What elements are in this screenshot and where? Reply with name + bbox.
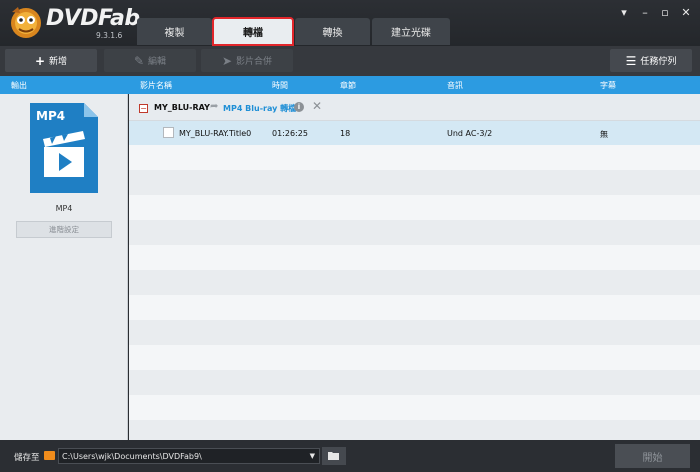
minimize-icon[interactable]: – <box>638 6 652 19</box>
toolbar: + 新增 ✎ 編輯 ➤ 影片合併 ☰ 任務佇列 <box>0 46 700 76</box>
list-icon: ☰ <box>625 53 637 68</box>
empty-row <box>129 395 700 420</box>
empty-row <box>129 220 700 245</box>
mp4-icon-text: MP4 <box>36 109 65 123</box>
bottom-bar: 儲存至 C:\Users\wjk\Documents\DVDFab9\ ▼ 開始 <box>0 440 700 472</box>
header-title: 影片名稱 <box>140 81 172 90</box>
folder-icon <box>44 451 55 460</box>
tab-label: 轉檔 <box>243 28 263 39</box>
column-header: 輸出 影片名稱 時間 章節 音訊 字幕 <box>0 76 700 94</box>
source-group-row[interactable]: − MY_BLU-RAY ➦ MP4 Blu-ray 轉檔 i ✕ <box>129 94 700 121</box>
tab-convert[interactable]: 轉檔 <box>212 17 294 46</box>
tab-create-disc[interactable]: 建立光碟 <box>372 18 450 45</box>
empty-row <box>129 195 700 220</box>
empty-row <box>129 170 700 195</box>
app-brand: DVDFab <box>46 6 140 31</box>
source-name: MY_BLU-RAY <box>154 103 210 112</box>
edit-icon: ✎ <box>133 53 145 68</box>
info-icon[interactable]: i <box>294 102 304 112</box>
chevron-down-icon[interactable]: ▼ <box>310 452 315 460</box>
title-name: MY_BLU-RAY.Title0 <box>179 129 252 138</box>
edit-button-label: 編輯 <box>148 57 167 67</box>
header-chapter: 章節 <box>340 81 356 90</box>
output-path-field[interactable]: C:\Users\wjk\Documents\DVDFab9\ ▼ <box>58 448 320 464</box>
empty-row <box>129 320 700 345</box>
app-version: 9.3.1.6 <box>96 31 123 40</box>
empty-row <box>129 420 700 440</box>
empty-row <box>129 295 700 320</box>
merge-icon: ➤ <box>221 53 233 68</box>
collapse-icon[interactable]: − <box>139 104 148 113</box>
empty-row <box>129 270 700 295</box>
task-queue-label: 任務佇列 <box>640 57 677 67</box>
add-button-label: 新增 <box>49 57 68 67</box>
maximize-icon[interactable]: ▫ <box>658 6 672 19</box>
table-row[interactable]: MY_BLU-RAY.Title0 01:26:25 18 Und AC-3/2… <box>129 121 700 145</box>
title-chapters: 18 <box>340 129 351 138</box>
source-target-profile[interactable]: MP4 Blu-ray 轉檔 <box>223 103 296 114</box>
edit-button[interactable]: ✎ 編輯 <box>104 49 196 72</box>
title-subtitle[interactable]: 無 <box>600 129 608 140</box>
empty-row <box>129 245 700 270</box>
remove-icon[interactable]: ✕ <box>312 99 322 113</box>
merge-button[interactable]: ➤ 影片合併 <box>201 49 293 72</box>
advanced-settings-button[interactable]: 進階設定 <box>16 221 112 238</box>
menu-dropdown-icon[interactable]: ▾ <box>617 6 631 19</box>
tab-label: 建立光碟 <box>391 28 431 39</box>
empty-row <box>129 370 700 395</box>
browse-folder-button[interactable] <box>322 447 346 465</box>
title-audio[interactable]: Und AC-3/2 <box>447 129 492 138</box>
add-button[interactable]: + 新增 <box>5 49 97 72</box>
header-time: 時間 <box>272 81 288 90</box>
tab-label: 複製 <box>164 28 185 39</box>
title-time: 01:26:25 <box>272 129 308 138</box>
task-queue-button[interactable]: ☰ 任務佇列 <box>610 49 692 72</box>
output-panel: MP4 MP4 進階設定 <box>0 94 128 440</box>
empty-row <box>129 145 700 170</box>
header-audio: 音訊 <box>447 81 463 90</box>
output-format-label: MP4 <box>55 204 73 213</box>
title-bar: DVDFab 9.3.1.6 複製 轉檔 轉換 建立光碟 ▾ – ▫ ✕ <box>0 0 700 46</box>
empty-row <box>129 345 700 370</box>
tab-label: 轉換 <box>322 28 343 39</box>
merge-button-label: 影片合併 <box>236 57 273 67</box>
title-list: − MY_BLU-RAY ➦ MP4 Blu-ray 轉檔 i ✕ MY_BLU… <box>129 94 700 440</box>
output-path-text: C:\Users\wjk\Documents\DVDFab9\ <box>62 451 202 461</box>
close-icon[interactable]: ✕ <box>679 6 693 19</box>
open-folder-icon <box>328 452 339 460</box>
header-output: 輸出 <box>11 81 27 90</box>
tab-copy[interactable]: 複製 <box>137 18 212 45</box>
mp4-format-icon[interactable]: MP4 <box>30 103 98 193</box>
save-to-label: 儲存至 <box>14 453 40 463</box>
tab-transform[interactable]: 轉換 <box>295 18 370 45</box>
dvdfab-logo-icon <box>11 7 41 38</box>
title-checkbox[interactable] <box>163 127 174 138</box>
header-subtitle: 字幕 <box>600 81 616 90</box>
plus-icon: + <box>34 53 46 68</box>
start-button[interactable]: 開始 <box>615 444 690 468</box>
arrow-right-icon: ➦ <box>210 101 219 112</box>
